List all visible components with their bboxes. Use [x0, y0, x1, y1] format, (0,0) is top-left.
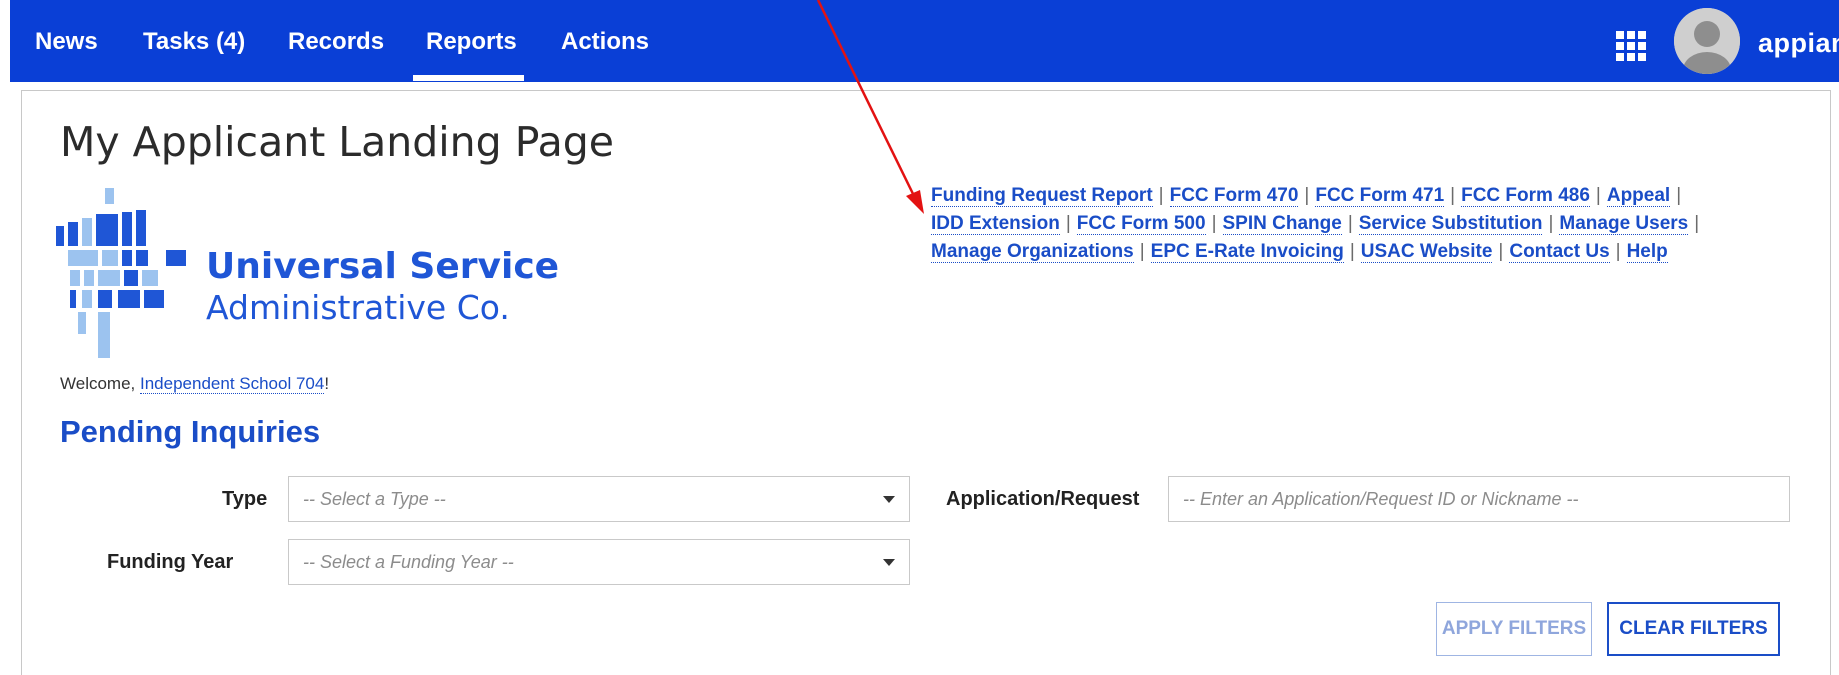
- nav-records[interactable]: Records: [288, 28, 384, 56]
- welcome-suffix: !: [324, 374, 330, 393]
- clear-filters-button[interactable]: CLEAR FILTERS: [1607, 602, 1780, 656]
- funding-year-select[interactable]: -- Select a Funding Year --: [288, 539, 910, 585]
- top-nav-bar: News Tasks (4) Records Reports Actions a…: [10, 0, 1839, 82]
- nav-news[interactable]: News: [35, 28, 98, 56]
- app-grid-icon[interactable]: [1616, 31, 1646, 61]
- link-fcc-form-500[interactable]: FCC Form 500: [1076, 213, 1206, 235]
- link-manage-users[interactable]: Manage Users: [1559, 213, 1689, 235]
- organization-name-link[interactable]: Independent School 704: [140, 374, 325, 394]
- appian-logo: appian: [1758, 28, 1839, 58]
- type-select-value: -- Select a Type --: [303, 489, 446, 509]
- usac-logo-icon: [56, 188, 186, 358]
- type-label: Type: [222, 488, 268, 510]
- link-contact-us[interactable]: Contact Us: [1509, 241, 1610, 263]
- chevron-down-icon: [883, 496, 895, 503]
- user-silhouette-icon: [1674, 8, 1740, 74]
- link-spin-change[interactable]: SPIN Change: [1222, 213, 1342, 235]
- link-fcc-form-470[interactable]: FCC Form 470: [1169, 185, 1299, 207]
- application-request-input[interactable]: [1168, 476, 1790, 522]
- nav-tasks[interactable]: Tasks (4): [143, 28, 245, 56]
- funding-year-label: Funding Year: [107, 551, 234, 573]
- link-funding-request-report[interactable]: Funding Request Report: [931, 185, 1153, 207]
- logo-line-1: Universal Service: [206, 246, 560, 287]
- link-manage-organizations[interactable]: Manage Organizations: [931, 241, 1134, 263]
- page-title: My Applicant Landing Page: [60, 118, 614, 166]
- user-avatar[interactable]: [1674, 8, 1740, 74]
- logo-line-2: Administrative Co.: [206, 288, 510, 327]
- link-usac-website[interactable]: USAC Website: [1360, 241, 1493, 263]
- link-epc-erate-invoicing[interactable]: EPC E-Rate Invoicing: [1150, 241, 1344, 263]
- quick-links: Funding Request Report | FCC Form 470 | FCC …: [931, 185, 1700, 263]
- application-request-label: Application/Request: [946, 488, 1140, 510]
- welcome-prefix: Welcome,: [60, 374, 140, 393]
- link-idd-extension[interactable]: IDD Extension: [931, 213, 1060, 235]
- nav-reports[interactable]: Reports: [426, 28, 517, 56]
- link-service-substitution[interactable]: Service Substitution: [1358, 213, 1543, 235]
- link-appeal[interactable]: Appeal: [1606, 185, 1671, 207]
- apply-filters-button[interactable]: APPLY FILTERS: [1436, 602, 1592, 656]
- chevron-down-icon: [883, 559, 895, 566]
- nav-actions[interactable]: Actions: [561, 28, 649, 56]
- link-fcc-form-486[interactable]: FCC Form 486: [1461, 185, 1590, 207]
- pending-inquiries-heading: Pending Inquiries: [60, 414, 321, 449]
- funding-year-select-value: -- Select a Funding Year --: [303, 552, 514, 572]
- welcome-message: Welcome, Independent School 704!: [60, 374, 329, 394]
- type-select[interactable]: -- Select a Type --: [288, 476, 910, 522]
- link-help[interactable]: Help: [1626, 241, 1668, 263]
- link-fcc-form-471[interactable]: FCC Form 471: [1315, 185, 1445, 207]
- active-tab-indicator: [413, 75, 524, 81]
